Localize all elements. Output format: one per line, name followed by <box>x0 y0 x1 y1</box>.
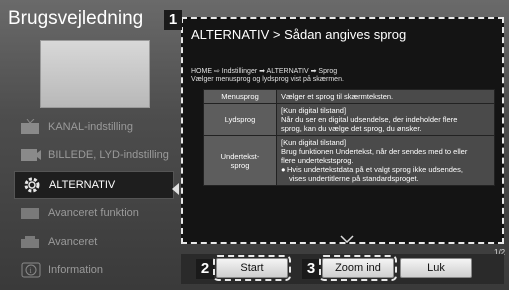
gear-icon <box>19 176 45 194</box>
row-value: [Kun digital tilstand] Når du ser en dig… <box>276 103 495 136</box>
row-line: flere undertekstsprog. <box>281 156 354 165</box>
sidebar-item-label: BILLEDE, LYD-indstilling <box>48 149 169 161</box>
svg-text:i: i <box>30 266 33 275</box>
row-value: [Kun digital tilstand] Brug funktionen U… <box>276 135 495 186</box>
table-row: Undertekst- sprog [Kun digital tilstand]… <box>203 135 495 186</box>
close-button[interactable]: Luk <box>400 258 472 278</box>
app-title: Brugsvejledning <box>8 8 144 29</box>
menu-path: HOME ⇨ Indstillinger ➡ ALTERNATIV ➡ Spro… <box>191 68 338 75</box>
sidebar-item-information[interactable]: i Information <box>18 257 174 283</box>
sidebar-item-alternativ[interactable]: ALTERNATIV <box>14 171 174 199</box>
start-button[interactable]: Start <box>213 255 291 281</box>
sidebar-item-kanal[interactable]: KANAL-indstilling <box>18 114 174 140</box>
row-key: Undertekst- sprog <box>203 135 277 186</box>
row-line: sprog, kan du vælge det sprog, du ønsker… <box>281 124 422 133</box>
row-key: Menusprog <box>203 89 277 104</box>
sidebar-item-avanceret[interactable]: Avanceret <box>18 229 174 255</box>
row-line: Brug funktionen Undertekst, når der send… <box>281 147 468 156</box>
row-line: Når du ser en digital udsendelse, der in… <box>281 115 458 124</box>
sidebar-item-avanceret-funktion[interactable]: Avanceret funktion <box>18 200 174 226</box>
sidebar-item-label: Avanceret <box>48 236 98 248</box>
sidebar-item-label: Information <box>48 264 104 276</box>
info-icon: i <box>18 261 44 279</box>
sidebar-item-label: ALTERNATIV <box>49 179 116 191</box>
table-row: Lydsprog [Kun digital tilstand] Når du s… <box>203 103 495 136</box>
help-dialog: ALTERNATIV > Sådan angives sprog HOME ⇨ … <box>181 17 504 244</box>
row-key: Lydsprog <box>203 103 277 136</box>
note-line: ●Hvis undertekstdata på et valgt sprog i… <box>281 165 463 174</box>
note-line: vises undertitlerne på standardsproget. <box>289 174 419 183</box>
sidebar-item-label: Avanceret funktion <box>48 207 139 219</box>
scroll-down-icon[interactable] <box>340 235 354 243</box>
marker-2: 2 <box>196 259 214 279</box>
row-line: Vælger et sprog til skærmteksten. <box>281 92 394 101</box>
zoom-in-button[interactable]: Zoom ind <box>319 255 397 281</box>
advanced-function-icon <box>18 204 44 222</box>
marker-3: 3 <box>302 259 320 279</box>
marker-1: 1 <box>164 10 182 30</box>
advanced-icon <box>18 233 44 251</box>
selection-arrow-icon <box>172 183 179 195</box>
dialog-description: Vælger menusprog og lydsprog vist på skæ… <box>191 76 344 83</box>
settings-table: Menusprog Vælger et sprog til skærmtekst… <box>203 89 495 186</box>
sidebar-item-label: KANAL-indstilling <box>48 121 133 133</box>
table-row: Menusprog Vælger et sprog til skærmtekst… <box>203 89 495 104</box>
tv-antenna-icon <box>18 118 44 136</box>
preview-thumbnail <box>40 40 150 108</box>
row-line: [Kun digital tilstand] <box>281 138 347 147</box>
picture-sound-icon <box>18 146 44 164</box>
dialog-title: ALTERNATIV > Sådan angives sprog <box>191 27 407 42</box>
row-value: Vælger et sprog til skærmteksten. <box>276 89 495 104</box>
row-line: [Kun digital tilstand] <box>281 106 347 115</box>
sidebar-item-billede-lyd[interactable]: BILLEDE, LYD-indstilling <box>18 142 174 168</box>
